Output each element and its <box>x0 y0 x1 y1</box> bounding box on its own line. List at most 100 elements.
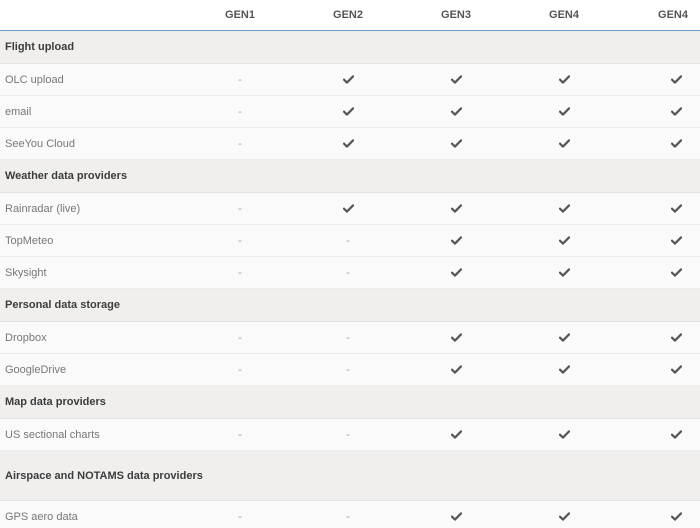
check-icon <box>670 107 683 116</box>
check-icon <box>558 512 570 521</box>
check-icon <box>450 107 462 116</box>
dash-mark: - <box>238 234 242 247</box>
check-icon <box>342 107 354 116</box>
cell-supported <box>402 500 510 528</box>
section-title: Personal data storage <box>0 288 294 322</box>
check-icon <box>450 236 462 245</box>
dash-mark: - <box>238 73 242 86</box>
cell-unsupported: - <box>186 321 294 354</box>
feature-label: US sectional charts <box>0 418 186 451</box>
cell-supported <box>618 500 700 528</box>
cell-unsupported: - <box>294 224 402 257</box>
dash-mark: - <box>346 266 350 279</box>
feature-label: GPS aero data <box>0 500 186 528</box>
section-filler <box>294 30 700 64</box>
cell-supported <box>618 192 700 225</box>
dash-mark: - <box>346 510 350 523</box>
check-icon <box>450 365 462 374</box>
feature-label: SeeYou Cloud <box>0 127 186 160</box>
check-icon <box>450 75 462 84</box>
check-icon <box>558 139 570 148</box>
section-title: Airspace and NOTAMS data providers <box>0 450 294 501</box>
cell-supported <box>510 224 618 257</box>
cell-unsupported: - <box>294 256 402 289</box>
section-title: Map data providers <box>0 385 294 419</box>
check-icon <box>558 75 570 84</box>
column-header-gen3: GEN3 <box>402 0 510 31</box>
table-row: email - <box>0 95 700 128</box>
column-header-gen1: GEN1 <box>186 0 294 31</box>
check-icon <box>450 204 462 213</box>
cell-supported <box>618 418 700 451</box>
table-row: TopMeteo - - <box>0 224 700 257</box>
check-icon <box>670 268 683 277</box>
cell-supported <box>618 63 700 96</box>
check-icon <box>558 236 570 245</box>
check-icon <box>450 512 462 521</box>
cell-supported <box>510 418 618 451</box>
cell-unsupported: - <box>294 321 402 354</box>
table-row: US sectional charts - - <box>0 418 700 451</box>
table-row: Skysight - - <box>0 256 700 289</box>
section-header-row: Airspace and NOTAMS data providers <box>0 450 700 501</box>
check-icon <box>558 365 570 374</box>
feature-label: Skysight <box>0 256 186 289</box>
section-title: Weather data providers <box>0 159 294 193</box>
section-filler <box>294 288 700 322</box>
table-row: Dropbox - - <box>0 321 700 354</box>
table-row: OLC upload - <box>0 63 700 96</box>
dash-mark: - <box>238 202 242 215</box>
cell-supported <box>402 256 510 289</box>
column-header-gen2: GEN2 <box>294 0 402 31</box>
feature-label: TopMeteo <box>0 224 186 257</box>
cell-supported <box>618 95 700 128</box>
cell-supported <box>294 127 402 160</box>
check-icon <box>342 204 354 213</box>
check-icon <box>670 139 683 148</box>
check-icon <box>450 268 462 277</box>
column-header-gen4: GEN4 <box>510 0 618 31</box>
check-icon <box>342 75 354 84</box>
cell-supported <box>294 192 402 225</box>
cell-supported <box>510 353 618 386</box>
section-title: Flight upload <box>0 30 294 64</box>
cell-unsupported: - <box>186 500 294 528</box>
dash-mark: - <box>346 234 350 247</box>
section-filler <box>294 385 700 419</box>
cell-supported <box>402 63 510 96</box>
cell-unsupported: - <box>186 127 294 160</box>
cell-supported <box>294 95 402 128</box>
check-icon <box>670 365 683 374</box>
cell-unsupported: - <box>294 500 402 528</box>
feature-label: GoogleDrive <box>0 353 186 386</box>
check-icon <box>450 139 462 148</box>
section-header-row: Personal data storage <box>0 288 700 322</box>
table-row: GPS aero data - - <box>0 500 700 528</box>
header-row: GEN1 GEN2 GEN3 GEN4 GEN4 <box>0 0 700 31</box>
check-icon <box>670 236 683 245</box>
cell-unsupported: - <box>186 95 294 128</box>
column-header-gen4-second: GEN4 <box>618 0 700 31</box>
check-icon <box>450 430 462 439</box>
check-icon <box>670 333 683 342</box>
cell-unsupported: - <box>294 353 402 386</box>
cell-unsupported: - <box>186 192 294 225</box>
check-icon <box>670 512 683 521</box>
cell-supported <box>510 192 618 225</box>
check-icon <box>670 204 683 213</box>
table-row: Rainradar (live) - <box>0 192 700 225</box>
check-icon <box>450 333 462 342</box>
cell-unsupported: - <box>186 353 294 386</box>
cell-unsupported: - <box>186 256 294 289</box>
check-icon <box>558 430 570 439</box>
dash-mark: - <box>346 331 350 344</box>
table-body: Flight upload OLC upload - email - SeeYou Clo… <box>0 30 700 528</box>
feature-label: Dropbox <box>0 321 186 354</box>
section-header-row: Map data providers <box>0 385 700 419</box>
check-icon <box>558 204 570 213</box>
cell-supported <box>402 321 510 354</box>
section-filler <box>294 450 700 501</box>
cell-unsupported: - <box>186 224 294 257</box>
feature-label: OLC upload <box>0 63 186 96</box>
dash-mark: - <box>238 105 242 118</box>
